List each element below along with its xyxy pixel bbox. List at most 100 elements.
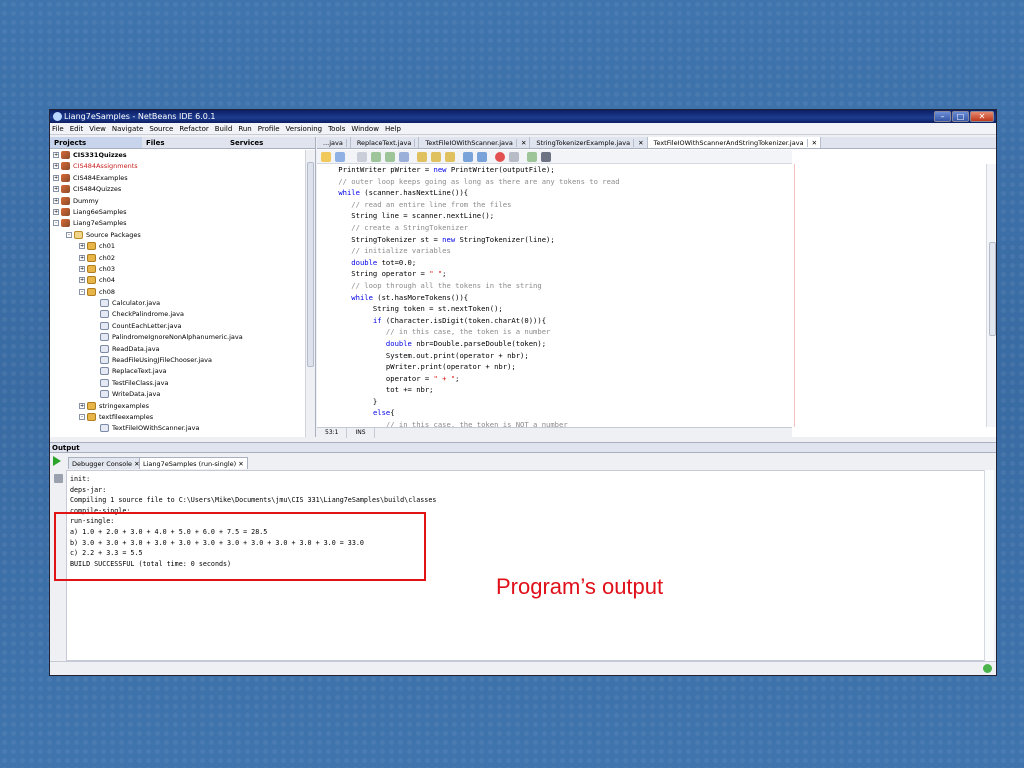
menu-tools[interactable]: Tools — [328, 123, 345, 134]
tree-node[interactable]: + CIS331Quizzes — [50, 150, 305, 161]
menu-refactor[interactable]: Refactor — [179, 123, 208, 134]
expand-toggle-icon[interactable]: + — [79, 254, 85, 261]
tree-node[interactable]: + CIS484Quizzes — [50, 184, 305, 195]
expand-toggle-icon[interactable]: + — [53, 152, 59, 158]
menu-edit[interactable]: Edit — [70, 123, 84, 134]
editor-scrollbar[interactable] — [986, 164, 996, 427]
tree-node[interactable]: WriteData.java — [50, 389, 305, 400]
stop-macro-icon[interactable] — [509, 152, 519, 162]
back-icon[interactable] — [321, 152, 331, 162]
expand-toggle-icon[interactable]: + — [79, 265, 85, 272]
tree-node[interactable]: + ch02 — [50, 253, 305, 264]
menu-navigate[interactable]: Navigate — [112, 123, 143, 134]
menu-help[interactable]: Help — [385, 123, 401, 134]
menu-source[interactable]: Source — [149, 123, 173, 134]
close-tab-icon[interactable]: ✕ — [808, 139, 817, 147]
uncomment-icon[interactable] — [541, 152, 551, 162]
scroll-thumb[interactable] — [989, 242, 996, 336]
tree-node[interactable]: + ch01 — [50, 241, 305, 252]
tree-node[interactable]: + ch03 — [50, 264, 305, 275]
code-area[interactable]: PrintWriter pWriter = new PrintWriter(ou… — [317, 164, 982, 427]
prev-occurrence-icon[interactable] — [371, 152, 381, 162]
stop-icon[interactable] — [54, 474, 63, 483]
shift-left-icon[interactable] — [463, 152, 473, 162]
output-scrollbar[interactable] — [984, 470, 994, 661]
next-occurrence-icon[interactable] — [385, 152, 395, 162]
expand-toggle-icon[interactable]: + — [79, 402, 85, 409]
minimize-button[interactable]: – — [934, 111, 951, 122]
code-token: String operator = — [321, 269, 430, 279]
editor-tab[interactable]: TextFileIOWithScannerAndStringTokenizer.… — [647, 137, 822, 148]
tree-node[interactable]: + Dummy — [50, 196, 305, 207]
forward-icon[interactable] — [335, 152, 345, 162]
menu-profile[interactable]: Profile — [258, 123, 280, 134]
tree-node[interactable]: CountEachLetter.java — [50, 321, 305, 332]
projects-scrollbar[interactable] — [305, 150, 315, 437]
output-line: Compiling 1 source file to C:\Users\Mike… — [70, 496, 437, 505]
close-tab-icon[interactable]: ✕ — [634, 139, 643, 147]
prev-bookmark-icon[interactable] — [431, 152, 441, 162]
shift-right-icon[interactable] — [477, 152, 487, 162]
menu-versioning[interactable]: Versioning — [286, 123, 323, 134]
editor-tab[interactable]: ...java — [317, 137, 351, 148]
tab-debugger-console[interactable]: Debugger Console ✕ — [68, 457, 144, 469]
next-bookmark-icon[interactable] — [445, 152, 455, 162]
code-token: PrintWriter(outputFile); — [446, 165, 555, 174]
rerun-icon[interactable] — [53, 456, 61, 466]
menu-file[interactable]: File — [52, 123, 64, 134]
tree-node[interactable]: TestFileClass.java — [50, 378, 305, 389]
tree-node[interactable]: + Liang6eSamples — [50, 207, 305, 218]
tree-node[interactable]: PalindromeIgnoreNonAlphanumeric.java — [50, 332, 305, 343]
comment-icon[interactable] — [527, 152, 537, 162]
tree-node[interactable]: ReplaceText.java — [50, 366, 305, 377]
tab-run-single[interactable]: Liang7eSamples (run-single) ✕ — [139, 457, 248, 469]
tree-node[interactable]: - ch08 — [50, 287, 305, 298]
find-icon[interactable] — [357, 152, 367, 162]
menu-view[interactable]: View — [89, 123, 106, 134]
scroll-thumb[interactable] — [307, 162, 314, 367]
tab-files[interactable]: Files — [142, 137, 226, 148]
bookmark-icon[interactable] — [417, 152, 427, 162]
editor-tab[interactable]: ReplaceText.java — [351, 137, 420, 148]
tree-node[interactable]: + CIS484Examples — [50, 173, 305, 184]
code-token: new — [433, 165, 447, 174]
toggle-highlight-icon[interactable] — [399, 152, 409, 162]
expand-toggle-icon[interactable]: + — [53, 186, 59, 193]
expand-toggle-icon[interactable]: - — [79, 288, 85, 295]
editor-tab[interactable]: StringTokenizerExample.java ✕ — [530, 137, 648, 148]
tree-node[interactable]: TextFileIOWithScanner.java — [50, 423, 305, 434]
tree-node[interactable]: + ch04 — [50, 275, 305, 286]
tree-node[interactable]: + stringexamples — [50, 401, 305, 412]
tab-projects[interactable]: Projects — [50, 137, 142, 148]
expand-toggle-icon[interactable]: - — [66, 231, 72, 238]
close-button[interactable]: ✕ — [970, 111, 994, 122]
expand-toggle-icon[interactable]: - — [79, 413, 85, 420]
expand-toggle-icon[interactable]: - — [53, 220, 59, 227]
code-token: while — [338, 188, 360, 198]
expand-toggle-icon[interactable]: + — [53, 163, 59, 170]
menu-build[interactable]: Build — [215, 123, 233, 134]
expand-toggle-icon[interactable]: + — [79, 277, 85, 284]
close-tab-icon[interactable]: ✕ — [517, 139, 526, 147]
tree-node[interactable]: - Liang7eSamples — [50, 218, 305, 229]
expand-toggle-icon[interactable]: + — [53, 197, 59, 204]
maximize-button[interactable]: □ — [952, 111, 969, 122]
tree-node[interactable]: ReadData.java — [50, 344, 305, 355]
expand-toggle-icon[interactable]: + — [53, 174, 59, 181]
java-file-icon — [100, 424, 109, 433]
project-icon — [61, 173, 70, 182]
editor-tab[interactable]: TextFileIOWithScanner.java ✕ — [419, 137, 531, 148]
tree-node[interactable]: - Source Packages — [50, 230, 305, 241]
start-macro-icon[interactable] — [495, 152, 505, 162]
menu-run[interactable]: Run — [238, 123, 251, 134]
tree-node[interactable]: + CIS484Assignments — [50, 161, 305, 172]
expand-toggle-icon[interactable]: + — [79, 243, 85, 250]
tree-node[interactable]: - textfileexamples — [50, 412, 305, 423]
tab-services[interactable]: Services — [226, 137, 267, 148]
menu-window[interactable]: Window — [351, 123, 379, 134]
tree-node[interactable]: CheckPalindrome.java — [50, 309, 305, 320]
tree-node[interactable]: ReadFileUsingJFileChooser.java — [50, 355, 305, 366]
tree-node[interactable]: Calculator.java — [50, 298, 305, 309]
expand-toggle-icon[interactable]: + — [53, 208, 59, 215]
